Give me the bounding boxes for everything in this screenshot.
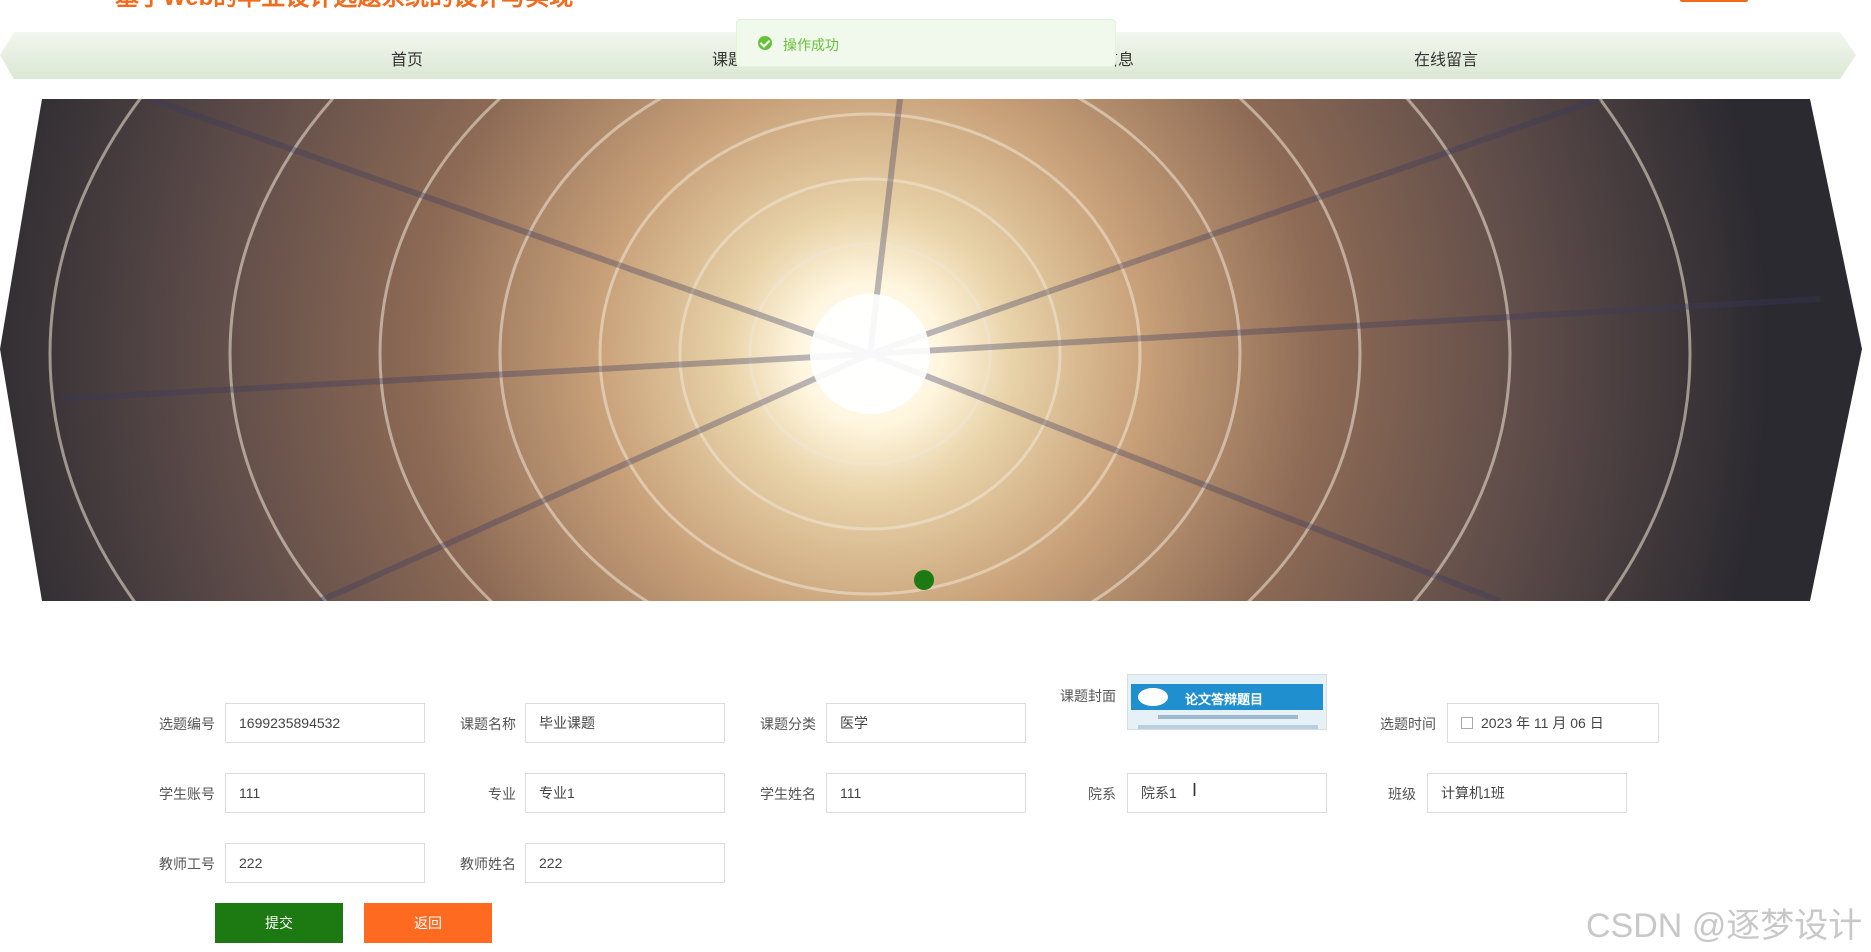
label-class: 班级 (1388, 786, 1416, 802)
success-toast: 操作成功 (736, 19, 1116, 67)
seal-icon (1138, 688, 1168, 706)
label-selection-id: 选题编号 (159, 716, 215, 732)
selection-time-value: 2023 年 11 月 06 日 (1481, 715, 1604, 731)
back-button[interactable]: 返回 (364, 903, 492, 943)
department-input[interactable]: 院系1 (1127, 773, 1327, 813)
selection-time-input[interactable]: 2023 年 11 月 06 日 (1447, 703, 1659, 743)
major-input[interactable]: 专业1 (525, 773, 725, 813)
check-circle-icon (758, 36, 772, 50)
label-topic-cover: 课题封面 (1060, 688, 1116, 704)
selection-id-input[interactable]: 1699235894532 (225, 703, 425, 743)
topic-cover-image[interactable]: 论文答辩题目 (1127, 674, 1327, 730)
label-teacher-id: 教师工号 (159, 856, 215, 872)
toast-message: 操作成功 (783, 37, 839, 53)
label-selection-time: 选题时间 (1380, 716, 1436, 732)
label-major: 专业 (488, 786, 516, 802)
text-cursor-icon: I (1192, 780, 1198, 800)
label-student-account: 学生账号 (159, 786, 215, 802)
label-topic-category: 课题分类 (760, 716, 816, 732)
class-input[interactable]: 计算机1班 (1427, 773, 1627, 813)
top-right-button[interactable] (1680, 0, 1748, 2)
label-department: 院系 (1088, 786, 1116, 802)
label-student-name: 学生姓名 (760, 786, 816, 802)
cover-title-text: 论文答辩题目 (1185, 692, 1264, 707)
topic-category-input[interactable]: 医学 (826, 703, 1026, 743)
watermark: CSDN @逐梦设计 (1586, 907, 1863, 945)
label-teacher-name: 教师姓名 (460, 856, 516, 872)
site-title: 基于Web的毕业设计选题系统的设计与实现 (115, 0, 573, 10)
banner-carousel (0, 99, 1871, 601)
nav-item-home[interactable]: 首页 (391, 46, 423, 70)
label-topic-name: 课题名称 (460, 716, 516, 732)
teacher-name-input[interactable]: 222 (525, 843, 725, 883)
submit-button[interactable]: 提交 (215, 903, 343, 943)
student-account-input[interactable]: 111 (225, 773, 425, 813)
carousel-indicator[interactable] (914, 570, 934, 590)
banner-image (0, 99, 1862, 601)
teacher-id-input[interactable]: 222 (225, 843, 425, 883)
student-name-input[interactable]: 111 (826, 773, 1026, 813)
topic-name-input[interactable]: 毕业课题 (525, 703, 725, 743)
nav-item-messages[interactable]: 在线留言 (1414, 46, 1478, 70)
calendar-icon (1461, 717, 1473, 729)
